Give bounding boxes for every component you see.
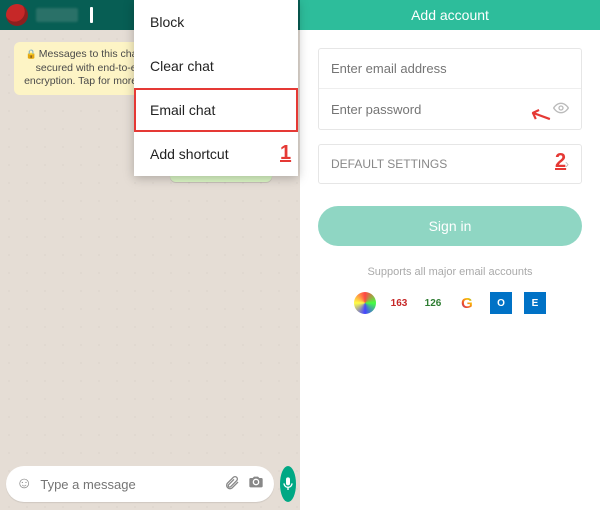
provider-icon-google[interactable]: G: [456, 292, 478, 314]
message-input-field[interactable]: ☺: [6, 466, 274, 502]
provider-icon-exchange[interactable]: E: [524, 292, 546, 314]
dropdown-label: DEFAULT SETTINGS: [331, 157, 447, 171]
provider-icon-126[interactable]: 126: [422, 292, 444, 314]
password-field[interactable]: [331, 102, 553, 117]
eye-icon[interactable]: [553, 100, 569, 119]
provider-icons: 163 126 G O E: [318, 292, 582, 314]
email-field[interactable]: [331, 61, 569, 76]
provider-icon-163[interactable]: 163: [388, 292, 410, 314]
support-text: Supports all major email accounts: [318, 266, 582, 278]
add-account-header: Add account: [300, 0, 600, 30]
signin-form: DEFAULT SETTINGS › Sign in Supports all …: [300, 30, 600, 332]
whatsapp-chat-screen: 🔒Messages to this chat are secured with …: [0, 0, 300, 510]
menu-item-email-chat[interactable]: Email chat: [134, 88, 298, 132]
menu-item-block[interactable]: Block: [134, 0, 298, 44]
lock-icon: 🔒: [26, 49, 37, 59]
provider-icon-outlook[interactable]: O: [490, 292, 512, 314]
mic-button[interactable]: [280, 466, 296, 502]
email-field-row: [319, 49, 581, 89]
emoji-icon[interactable]: ☺: [16, 475, 32, 493]
message-input[interactable]: [40, 477, 216, 492]
message-input-bar: ☺: [6, 466, 294, 502]
annotation-2: 2: [555, 150, 566, 173]
menu-item-clear-chat[interactable]: Clear chat: [134, 44, 298, 88]
camera-icon[interactable]: [248, 474, 264, 494]
signin-button[interactable]: Sign in: [318, 206, 582, 246]
attach-icon[interactable]: [224, 474, 240, 494]
email-add-account-screen: Add account DEFAULT SETTINGS › Sign in S…: [300, 0, 600, 510]
provider-icon-qq[interactable]: [354, 292, 376, 314]
contact-name-blurred: [36, 8, 78, 22]
annotation-1: 1: [280, 142, 291, 165]
options-menu: Block Clear chat Email chat Add shortcut: [134, 0, 298, 176]
default-settings-dropdown[interactable]: DEFAULT SETTINGS ›: [318, 144, 582, 184]
avatar[interactable]: [6, 4, 28, 26]
menu-item-add-shortcut[interactable]: Add shortcut: [134, 132, 298, 176]
online-indicator: [90, 7, 93, 23]
